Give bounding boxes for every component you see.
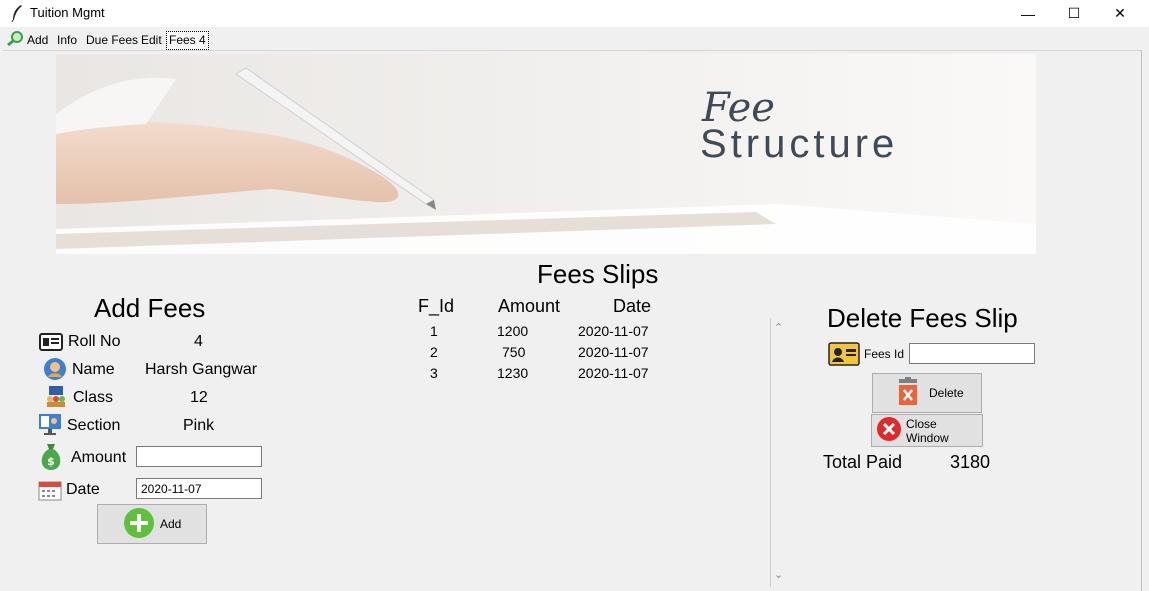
title-bar — [0, 0, 1149, 27]
add-fees-heading: Add Fees — [94, 293, 206, 323]
table-row-3-id: 3 — [430, 365, 438, 381]
col-header-amount: Amount — [498, 296, 561, 316]
tab-fees[interactable]: Fees 4 — [166, 31, 209, 50]
user-avatar-icon — [43, 357, 67, 381]
add-plus-icon — [123, 507, 155, 542]
tab-edit[interactable]: Edit — [139, 31, 164, 50]
vertical-scrollbar[interactable] — [770, 318, 787, 587]
roll-no-label: Roll No — [68, 333, 121, 350]
name-value: Harsh Gangwar — [145, 361, 258, 378]
scroll-down-arrow[interactable]: ⌄ — [774, 568, 783, 581]
fees-id-input[interactable] — [909, 343, 1035, 364]
classroom-icon — [44, 384, 68, 408]
table-row-2-date: 2020-11-07 — [578, 344, 649, 360]
tab-add-label: Add — [27, 33, 49, 47]
fees-id-card-icon — [828, 341, 860, 372]
money-bag-icon: $ — [37, 442, 65, 472]
fees-id-label: Fees Id — [864, 347, 905, 361]
section-board-icon — [38, 412, 62, 436]
maximize-button[interactable]: ☐ — [1051, 0, 1097, 27]
delete-button-label: Delete — [929, 386, 964, 400]
close-window-label: Close Window — [906, 416, 949, 445]
add-fee-button[interactable]: Add — [97, 504, 207, 544]
maximize-icon: ☐ — [1067, 5, 1081, 21]
tab-info[interactable]: Info — [55, 31, 79, 50]
table-row-3-amount: 1230 — [497, 365, 529, 381]
banner-title-structure: Structure — [700, 122, 899, 166]
cancel-x-icon — [876, 416, 902, 445]
tab-add[interactable]: Add — [5, 30, 50, 52]
tab-due-fees[interactable]: Due Fees — [84, 31, 140, 50]
scroll-up-arrow[interactable]: ⌃ — [774, 321, 783, 334]
date-label: Date — [66, 481, 100, 498]
delete-button[interactable]: Delete — [872, 373, 982, 413]
table-row-1-id: 1 — [430, 323, 438, 339]
table-row-1-date: 2020-11-07 — [578, 323, 649, 339]
minimize-icon: — — [1021, 5, 1035, 22]
col-header-fid: F_Id — [418, 296, 455, 316]
id-card-icon — [39, 330, 63, 354]
section-label: Section — [67, 417, 121, 434]
fees-slips-heading: Fees Slips — [537, 259, 659, 289]
svg-text:$: $ — [47, 455, 55, 468]
col-header-date: Date — [613, 296, 652, 316]
calendar-icon — [38, 478, 62, 502]
amount-input[interactable] — [136, 446, 262, 467]
name-label: Name — [72, 361, 115, 378]
delete-fees-heading: Delete Fees Slip — [827, 303, 1018, 333]
close-button[interactable]: ✕ — [1097, 0, 1143, 27]
roll-no-value: 4 — [194, 333, 203, 350]
total-paid-label: Total Paid — [823, 452, 903, 472]
amount-label: Amount — [71, 449, 127, 466]
feather-icon — [10, 4, 24, 23]
window-title: Tuition Mgmt — [30, 5, 105, 20]
search-icon — [7, 30, 25, 52]
table-row-2-amount: 750 — [502, 344, 526, 360]
date-input[interactable] — [136, 478, 262, 499]
table-row-1-amount: 1200 — [497, 323, 529, 339]
total-paid-value: 3180 — [950, 452, 991, 472]
class-value: 12 — [190, 389, 208, 406]
add-button-label: Add — [160, 517, 182, 531]
section-value: Pink — [183, 417, 215, 434]
table-row-2-id: 2 — [430, 344, 438, 360]
class-label: Class — [73, 389, 114, 406]
close-icon: ✕ — [1114, 5, 1126, 21]
table-row-3-date: 2020-11-07 — [578, 365, 649, 381]
trash-icon — [896, 376, 920, 410]
close-window-button[interactable]: Close Window — [871, 414, 983, 447]
minimize-button[interactable]: — — [1005, 0, 1051, 27]
